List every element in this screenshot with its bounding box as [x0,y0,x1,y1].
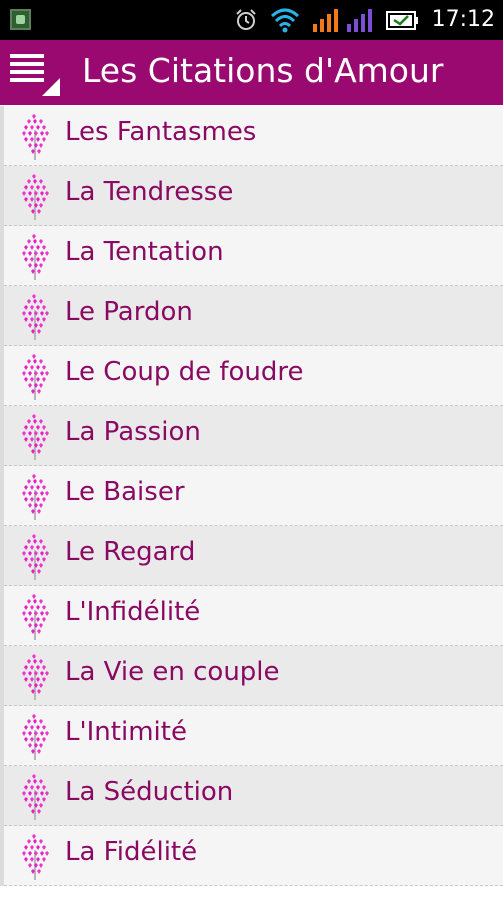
status-bar: 17:12 [0,0,503,40]
page-title: Les Citations d'Amour [82,51,444,90]
list-item[interactable]: La Tentation [4,226,503,286]
status-time: 17:12 [431,7,495,32]
heart-tree-icon [22,354,49,400]
heart-tree-icon [22,174,49,220]
list-item-label: La Tendresse [65,177,234,207]
heart-tree-icon [22,474,49,520]
battery-icon [386,11,418,30]
list-item-label: La Tentation [65,237,224,267]
list-item-label: Le Regard [65,537,196,567]
heart-tree-icon [22,114,49,160]
list-item-label: La Passion [65,417,201,447]
list-item[interactable]: La Vie en couple [4,646,503,706]
list-item[interactable]: Le Baiser [4,466,503,526]
list-item[interactable]: Les Fantasmes [4,106,503,166]
heart-tree-icon [22,534,49,580]
list-item-label: Le Baiser [65,477,185,507]
menu-icon[interactable] [8,52,60,96]
list-item-label: L'Infidélité [65,597,201,627]
list-item-label: L'Intimité [65,717,187,747]
heart-tree-icon [22,414,49,460]
category-list: Les Fantasmes La Tendresse La Tentation … [0,106,503,886]
list-item[interactable]: La Fidélité [4,826,503,886]
heart-tree-icon [22,834,49,880]
list-item[interactable]: La Tendresse [4,166,503,226]
list-item-label: Le Coup de foudre [65,357,304,387]
list-item-label: La Séduction [65,777,234,807]
signal-icon [347,9,372,32]
heart-tree-icon [22,774,49,820]
list-item[interactable]: La Passion [4,406,503,466]
list-item[interactable]: L'Infidélité [4,586,503,646]
app-bar: Les Citations d'Amour [0,40,503,105]
list-item-label: Le Pardon [65,297,193,327]
wifi-icon [270,8,300,33]
list-item[interactable]: Le Pardon [4,286,503,346]
signal-icon [313,9,338,32]
list-item-label: Les Fantasmes [65,117,257,147]
heart-tree-icon [22,594,49,640]
heart-tree-icon [22,714,49,760]
list-item-label: La Fidélité [65,837,198,867]
list-item[interactable]: La Séduction [4,766,503,826]
app-icon [10,9,31,30]
alarm-icon [236,9,256,30]
list-item-label: La Vie en couple [65,657,280,687]
list-item[interactable]: Le Regard [4,526,503,586]
heart-tree-icon [22,654,49,700]
list-item[interactable]: Le Coup de foudre [4,346,503,406]
heart-tree-icon [22,234,49,280]
list-item[interactable]: L'Intimité [4,706,503,766]
heart-tree-icon [22,294,49,340]
